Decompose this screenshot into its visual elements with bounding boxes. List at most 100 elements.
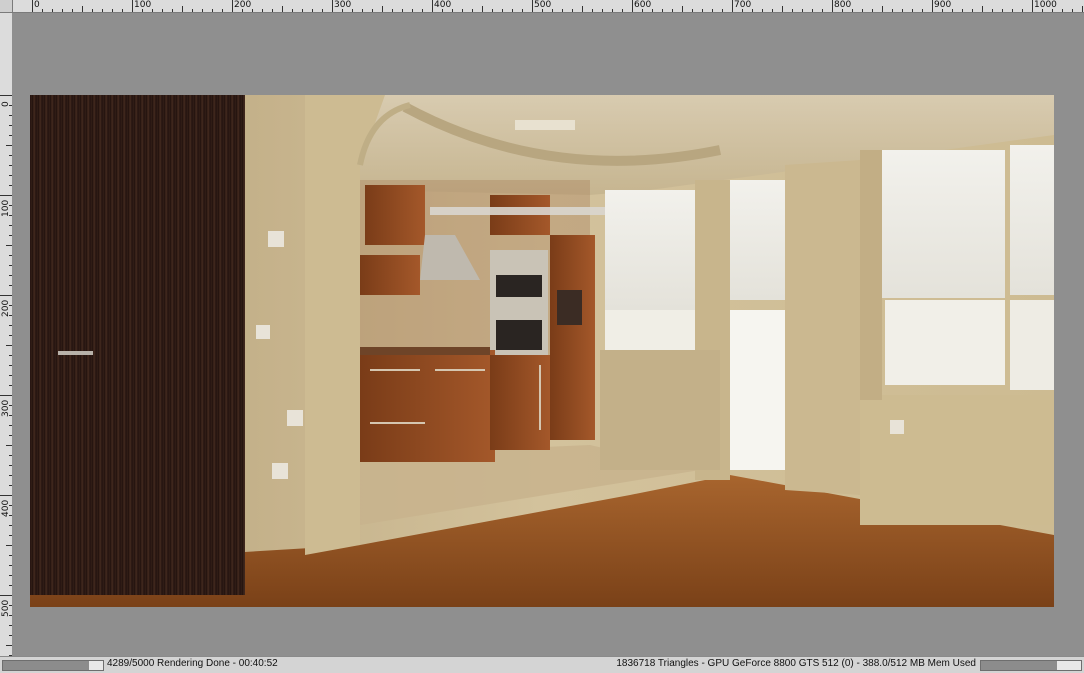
ruler-tick bbox=[0, 495, 12, 496]
ruler-tick bbox=[152, 9, 153, 12]
ruler-tick bbox=[162, 9, 163, 12]
ruler-tick bbox=[882, 6, 883, 12]
ruler-tick bbox=[892, 9, 893, 12]
ruler-tick bbox=[242, 9, 243, 12]
ruler-tick bbox=[1012, 9, 1013, 12]
memory-usage-fill bbox=[981, 661, 1057, 670]
ruler-tick bbox=[172, 9, 173, 12]
ruler-tick bbox=[1032, 0, 1033, 12]
ruler-tick bbox=[632, 0, 633, 12]
ruler-tick bbox=[402, 9, 403, 12]
ruler-tick bbox=[972, 9, 973, 12]
ruler-tick bbox=[1062, 9, 1063, 12]
ruler-tick bbox=[792, 9, 793, 12]
memory-usage-bar bbox=[980, 660, 1082, 671]
ruler-tick bbox=[342, 9, 343, 12]
ruler-tick bbox=[282, 6, 283, 12]
ruler-tick bbox=[832, 0, 833, 12]
ruler-tick bbox=[352, 9, 353, 12]
ruler-tick bbox=[1082, 6, 1083, 12]
ruler-tick bbox=[372, 9, 373, 12]
ruler-tick bbox=[482, 6, 483, 12]
ruler-tick bbox=[662, 9, 663, 12]
ruler-tick bbox=[332, 0, 333, 12]
ruler-tick bbox=[692, 9, 693, 12]
ruler-tick bbox=[962, 9, 963, 12]
ruler-tick bbox=[512, 9, 513, 12]
ruler-tick bbox=[1072, 9, 1073, 12]
ruler-tick bbox=[212, 9, 213, 12]
horizontal-ruler: 0 100 200 300 400 500 600 700 800 900 10… bbox=[0, 0, 1084, 13]
ruler-tick bbox=[732, 0, 733, 12]
ruler-tick bbox=[822, 9, 823, 12]
ruler-tick bbox=[842, 9, 843, 12]
ruler-tick bbox=[922, 9, 923, 12]
ruler-tick bbox=[622, 9, 623, 12]
ruler-tick bbox=[362, 9, 363, 12]
ruler-tick bbox=[532, 0, 533, 12]
ruler-tick bbox=[872, 9, 873, 12]
ruler-tick bbox=[862, 9, 863, 12]
render-progress-bar bbox=[2, 660, 104, 671]
ruler-tick bbox=[232, 0, 233, 12]
ruler-tick bbox=[142, 9, 143, 12]
ruler-tick bbox=[812, 9, 813, 12]
ruler-tick bbox=[302, 9, 303, 12]
ruler-tick bbox=[322, 9, 323, 12]
ruler-tick bbox=[752, 9, 753, 12]
ruler-tick bbox=[1052, 9, 1053, 12]
render-progress-fill bbox=[3, 661, 89, 670]
ruler-tick bbox=[572, 9, 573, 12]
ruler-tick bbox=[122, 9, 123, 12]
ruler-tick bbox=[952, 9, 953, 12]
ruler-tick bbox=[902, 9, 903, 12]
ruler-tick bbox=[682, 6, 683, 12]
rendered-image bbox=[30, 95, 1054, 607]
ruler-tick bbox=[0, 195, 12, 196]
ruler-tick bbox=[132, 0, 133, 12]
ruler-tick bbox=[252, 9, 253, 12]
ruler-tick bbox=[912, 9, 913, 12]
ruler-tick bbox=[942, 9, 943, 12]
ruler-tick bbox=[462, 9, 463, 12]
ruler-tick bbox=[742, 9, 743, 12]
ruler-tick bbox=[582, 6, 583, 12]
ruler-tick bbox=[502, 9, 503, 12]
ruler-tick bbox=[292, 9, 293, 12]
ruler-tick bbox=[802, 9, 803, 12]
render-status-text: 4289/5000 Rendering Done - 00:40:52 bbox=[107, 658, 278, 669]
ruler-tick bbox=[382, 6, 383, 12]
ruler-tick bbox=[92, 9, 93, 12]
ruler-tick bbox=[312, 9, 313, 12]
ruler-tick bbox=[1042, 9, 1043, 12]
ruler-tick bbox=[442, 9, 443, 12]
ruler-tick bbox=[562, 9, 563, 12]
ruler-tick bbox=[612, 9, 613, 12]
ruler-tick bbox=[592, 9, 593, 12]
ruler-tick bbox=[432, 0, 433, 12]
ruler-tick bbox=[32, 0, 33, 12]
ruler-tick bbox=[522, 9, 523, 12]
ruler-tick bbox=[262, 9, 263, 12]
ruler-tick bbox=[452, 9, 453, 12]
ruler-tick bbox=[1002, 9, 1003, 12]
gpu-info-text: 1836718 Triangles - GPU GeForce 8800 GTS… bbox=[616, 658, 976, 669]
ruler-tick bbox=[552, 9, 553, 12]
ruler-tick bbox=[1022, 9, 1023, 12]
ruler-tick bbox=[192, 9, 193, 12]
ruler-tick bbox=[0, 395, 12, 396]
ruler-tick bbox=[0, 295, 12, 296]
ruler-tick bbox=[542, 9, 543, 12]
ruler-tick bbox=[772, 9, 773, 12]
ruler-tick bbox=[112, 9, 113, 12]
ruler-tick bbox=[82, 6, 83, 12]
ruler-tick bbox=[0, 95, 12, 96]
ruler-tick bbox=[492, 9, 493, 12]
ruler-tick bbox=[222, 9, 223, 12]
ruler-tick bbox=[102, 9, 103, 12]
ruler-tick bbox=[472, 9, 473, 12]
ruler-tick bbox=[412, 9, 413, 12]
interior-render-illustration bbox=[30, 95, 1054, 607]
ruler-corner bbox=[0, 0, 13, 13]
ruler-tick bbox=[722, 9, 723, 12]
